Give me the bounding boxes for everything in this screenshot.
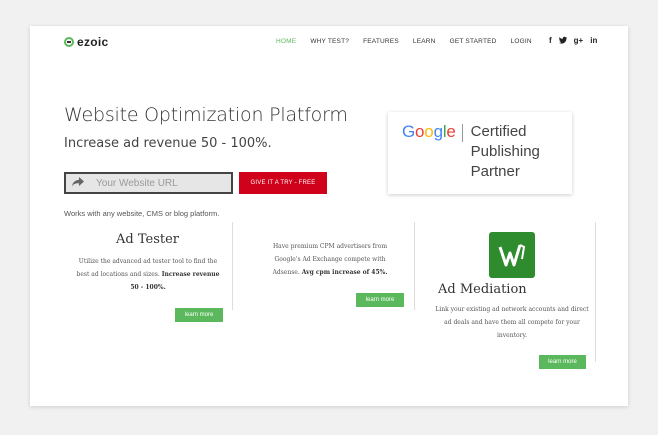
url-input-box — [64, 172, 233, 194]
ad-tester-learn-more-button[interactable]: learn more — [175, 308, 223, 322]
nav-learn[interactable]: LEARN — [413, 38, 436, 45]
ad-tester-description: Utilize the advanced ad tester tool to f… — [76, 258, 220, 291]
certified-line-2: Publishing — [470, 143, 540, 160]
facebook-icon[interactable]: f — [549, 36, 552, 46]
ezoic-logo[interactable]: ezoic — [64, 35, 109, 49]
ad-mediation-learn-more-button[interactable]: learn more — [539, 355, 586, 369]
linkedin-icon[interactable]: in — [590, 36, 597, 46]
google-logo: Google — [402, 122, 456, 141]
website-url-input[interactable] — [96, 177, 226, 189]
badge-divider — [461, 124, 463, 142]
cpm-description: Have premium CPM advertisers from Google… — [272, 243, 388, 276]
nav-features[interactable]: FEATURES — [363, 38, 399, 45]
hero-subhead: Increase ad revenue 50 - 100%. — [64, 136, 272, 151]
cpm-learn-more-button[interactable]: learn more — [356, 293, 404, 307]
ad-mediation-icon — [489, 232, 535, 278]
works-with-text: Works with any website, CMS or blog plat… — [64, 209, 220, 218]
hero-headline: Website Optimization Platform — [64, 104, 348, 126]
twitter-icon[interactable] — [558, 36, 567, 46]
nav-login[interactable]: LOGIN — [511, 38, 532, 45]
nav-why-test[interactable]: WHY TEST? — [310, 38, 349, 45]
top-nav: HOME WHY TEST? FEATURES LEARN GET STARTE… — [276, 38, 546, 45]
try-free-button[interactable]: GIVE IT A TRY - FREE — [239, 172, 327, 194]
ad-mediation-title: Ad Mediation — [438, 282, 527, 297]
ad-tester-title: Ad Tester — [116, 232, 180, 247]
column-divider — [414, 222, 415, 310]
google-certified-badge: Google Certified Publishing Partner — [388, 112, 572, 194]
social-links: f g+ in — [549, 36, 597, 46]
nav-get-started[interactable]: GET STARTED — [450, 38, 497, 45]
certified-text: Certified Publishing Partner — [471, 122, 540, 182]
ad-mediation-description: Link your existing ad network accounts a… — [435, 306, 589, 339]
brand-name: ezoic — [77, 35, 109, 49]
google-plus-icon[interactable]: g+ — [574, 36, 584, 46]
column-divider — [232, 222, 233, 310]
nav-home[interactable]: HOME — [276, 38, 296, 45]
column-divider — [595, 222, 596, 362]
certified-line-3: Partner — [470, 163, 520, 180]
certified-line-1: Certified — [470, 123, 527, 140]
ezoic-logo-icon — [64, 37, 74, 47]
share-arrow-icon — [66, 176, 90, 190]
page-frame: ezoic HOME WHY TEST? FEATURES LEARN GET … — [30, 26, 628, 406]
